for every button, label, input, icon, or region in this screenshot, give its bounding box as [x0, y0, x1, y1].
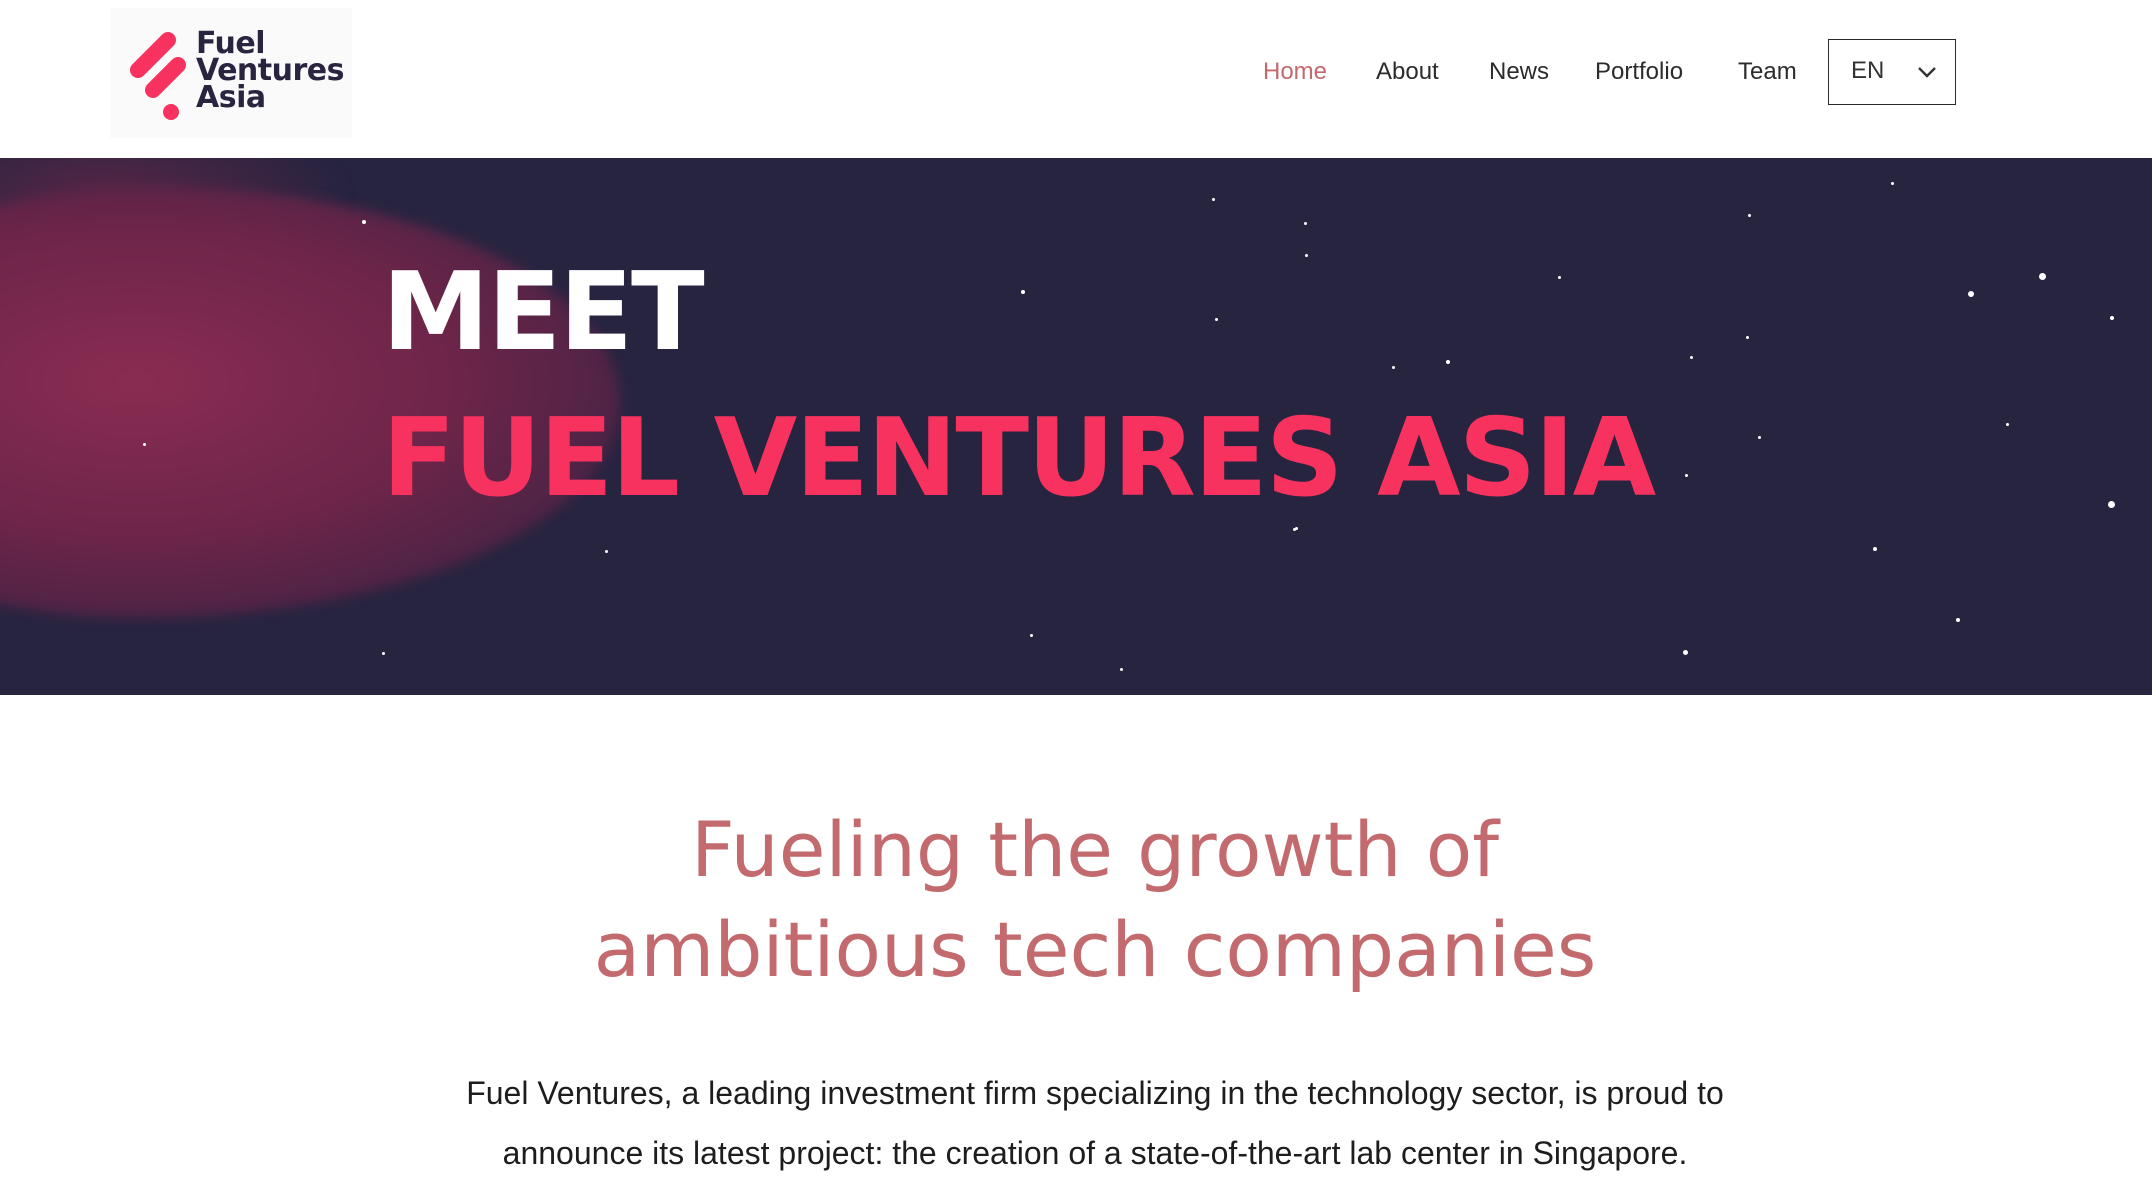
star — [2110, 316, 2114, 320]
star — [1758, 436, 1761, 439]
star — [1304, 222, 1307, 225]
star — [1293, 528, 1296, 531]
fuel-logo-icon — [130, 32, 186, 120]
nav-about[interactable]: About — [1376, 56, 1439, 88]
star — [2006, 423, 2009, 426]
brand-logo[interactable]: Fuel Ventures Asia — [110, 8, 352, 138]
star — [382, 652, 385, 655]
tagline-line: ambitious tech companies — [593, 905, 1597, 994]
star — [1030, 634, 1033, 637]
star — [1446, 360, 1450, 364]
hero-heading-meet: MEET — [382, 250, 705, 375]
star — [1021, 290, 1025, 294]
star — [1305, 254, 1308, 257]
hero-heading-brand: FUEL VENTURES ASIA — [382, 396, 1656, 521]
star — [1120, 668, 1123, 671]
star — [2108, 501, 2115, 508]
nav-home[interactable]: Home — [1263, 56, 1327, 88]
brand-name: Fuel Ventures Asia — [196, 29, 344, 115]
star — [1558, 276, 1561, 279]
star — [143, 443, 146, 446]
star — [1212, 198, 1215, 201]
star — [1683, 650, 1688, 655]
intro-paragraph: Fuel Ventures, a leading investment firm… — [0, 1063, 2152, 1183]
language-value: EN — [1851, 57, 1885, 84]
nav-portfolio[interactable]: Portfolio — [1595, 56, 1683, 88]
brand-name-line: Asia — [196, 80, 266, 115]
star — [1968, 291, 1974, 297]
tagline-heading: Fueling the growth of ambitious tech com… — [0, 800, 2152, 1000]
star — [1215, 318, 1218, 321]
star — [362, 220, 366, 224]
site-header: Fuel Ventures Asia Home About News Portf… — [0, 0, 2152, 158]
star — [1746, 336, 1749, 339]
nav-team[interactable]: Team — [1738, 56, 1797, 88]
star — [1956, 618, 1960, 622]
star — [605, 550, 608, 553]
star — [1748, 214, 1751, 217]
star — [1873, 547, 1877, 551]
language-select[interactable]: EN — [1828, 39, 1956, 105]
hero-banner: MEET FUEL VENTURES ASIA — [0, 158, 2152, 695]
nav-news[interactable]: News — [1489, 56, 1549, 88]
tagline-line: Fueling the growth of — [690, 805, 1500, 894]
star — [1392, 366, 1395, 369]
intro-line: announce its latest project: the creatio… — [502, 1135, 1688, 1171]
intro-line: Fuel Ventures, a leading investment firm… — [466, 1075, 1724, 1111]
star — [1690, 356, 1693, 359]
star — [1685, 474, 1688, 477]
chevron-down-icon — [1918, 67, 1936, 78]
star — [1891, 182, 1894, 185]
star — [2039, 273, 2046, 280]
